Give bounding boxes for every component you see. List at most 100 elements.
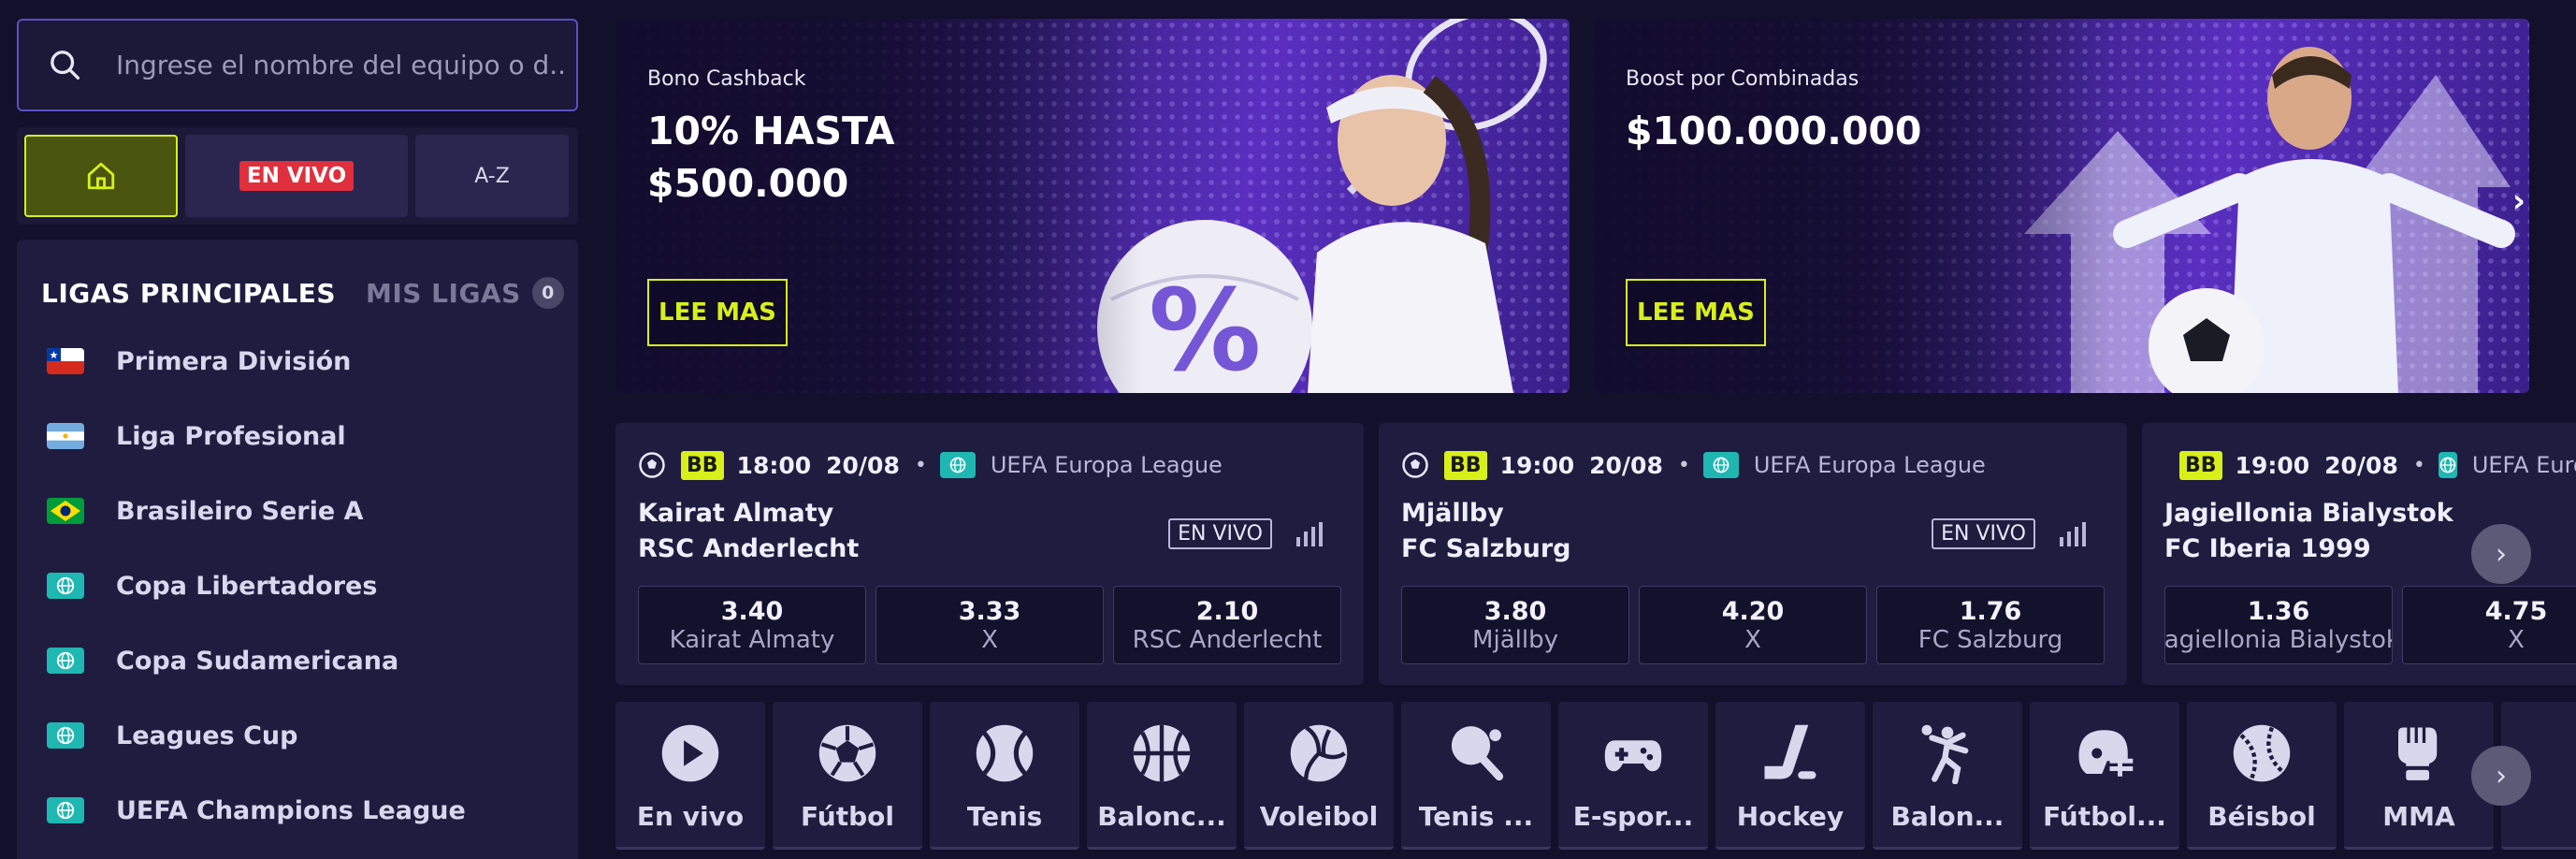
sport-tile-table-tennis[interactable]: Tenis ... (1401, 702, 1551, 850)
separator-dot: • (1677, 453, 1690, 477)
league-label: Copa Libertadores (116, 571, 378, 601)
az-label: A-Z (474, 164, 510, 188)
sports-next-button[interactable]: › (2471, 746, 2531, 806)
stats-icon[interactable] (1295, 522, 1323, 546)
odds-label: RSC Anderlecht (1132, 625, 1323, 654)
match-card[interactable]: BB 19:00 20/08 • UEFA Europa League Mjäl… (1379, 423, 2127, 685)
odds-draw-button[interactable]: 3.33 X (876, 586, 1104, 664)
odds-price: 4.75 (2484, 596, 2548, 626)
sport-tile-volleyball[interactable]: Voleibol (1244, 702, 1394, 850)
sport-tile-tennis[interactable]: Tenis (930, 702, 1079, 850)
competition-name: UEFA Europa League (2471, 452, 2576, 478)
league-item-brasileiro-serie-a[interactable]: Brasileiro Serie A (17, 473, 578, 548)
banner-next-arrow[interactable]: › (2505, 182, 2533, 220)
odds-away-button[interactable]: 1.76 FC Salzburg (1876, 586, 2105, 664)
baseball-icon (2233, 724, 2291, 782)
odds-draw-button[interactable]: 4.20 X (1639, 586, 1867, 664)
sport-tile-hockey[interactable]: Hockey (1715, 702, 1865, 850)
globe-icon (47, 573, 84, 599)
matches-next-button[interactable]: › (2471, 524, 2531, 584)
sport-tile-american-football[interactable]: Fútbol... (2030, 702, 2179, 850)
separator-dot: • (914, 453, 927, 477)
separator-dot: • (2412, 453, 2425, 477)
league-item-uefa-champions-league[interactable]: UEFA Champions League (17, 773, 578, 848)
sport-tile-live[interactable]: En vivo (615, 702, 765, 850)
stats-icon[interactable] (2058, 522, 2086, 546)
match-date: 20/08 (1589, 451, 1663, 479)
search-icon (51, 50, 80, 80)
odds-label: X (981, 625, 998, 654)
sport-label: MMA (2382, 801, 2455, 832)
league-label: Brasileiro Serie A (116, 496, 364, 526)
promo-banner-combined-boost[interactable]: Boost por Combinadas $100.000.000 LEE MA… (1594, 19, 2529, 393)
boxing-glove-icon (2398, 727, 2438, 780)
sport-tile-baseball[interactable]: Béisbol (2187, 702, 2337, 850)
live-button[interactable]: EN VIVO (185, 135, 408, 217)
banner-headline: 10% HASTA $500.000 (647, 109, 895, 206)
odds-home-button[interactable]: 1.36 Jagiellonia Bialystok (2164, 586, 2393, 664)
odds-label: Jagiellonia Bialystok (2164, 625, 2393, 654)
banner-headline: $100.000.000 (1626, 109, 1922, 153)
my-leagues-count-badge: 0 (531, 277, 564, 309)
match-card[interactable]: BB 18:00 20/08 • UEFA Europa League Kair… (615, 423, 1364, 685)
banner-kicker: Boost por Combinadas (1626, 67, 1860, 91)
match-date: 20/08 (826, 451, 900, 479)
odds-price: 3.33 (958, 596, 1021, 626)
promo-banner-cashback[interactable]: % Bono Cashback 10% HASTA $500.000 LEE M… (615, 19, 1570, 393)
odds-draw-button[interactable]: 4.75 X (2402, 586, 2576, 664)
live-badge: EN VIVO (239, 161, 355, 191)
tab-main-leagues[interactable]: LIGAS PRINCIPALES (41, 278, 336, 309)
match-time: 19:00 (1499, 451, 1575, 479)
quick-nav: EN VIVO A-Z (17, 127, 578, 225)
az-button[interactable]: A-Z (415, 135, 569, 217)
league-item-liga-profesional[interactable]: Liga Profesional (17, 399, 578, 473)
odds-price: 3.80 (1483, 596, 1547, 626)
sport-label: Balon... (1890, 801, 2004, 832)
odds-label: Mjällby (1472, 625, 1558, 654)
match-time: 18:00 (736, 451, 812, 479)
chile-flag-icon (47, 348, 84, 374)
sport-label: Fútbol... (2043, 801, 2166, 832)
league-item-copa-libertadores[interactable]: Copa Libertadores (17, 548, 578, 623)
odds-home-button[interactable]: 3.40 Kairat Almaty (638, 586, 866, 664)
volleyball-icon (1290, 724, 1348, 782)
match-time: 19:00 (2235, 451, 2310, 479)
league-item-copa-sudamericana[interactable]: Copa Sudamericana (17, 623, 578, 698)
odds-price: 1.76 (1959, 596, 2022, 626)
argentina-flag-icon (47, 423, 84, 449)
read-more-button[interactable]: LEE MAS (647, 279, 788, 346)
odds-price: 2.10 (1195, 596, 1259, 626)
sport-label: En vivo (636, 801, 745, 832)
odds-label: Kairat Almaty (669, 625, 835, 654)
read-more-button[interactable]: LEE MAS (1626, 279, 1766, 346)
sports-bar: En vivo Fútbol Tenis Balonc... Voleibol … (615, 702, 2576, 852)
competition-name: UEFA Europa League (1753, 452, 1986, 478)
globe-icon (47, 648, 84, 674)
brazil-flag-icon (47, 498, 84, 524)
match-date: 20/08 (2324, 451, 2398, 479)
league-label: UEFA Champions League (116, 795, 466, 825)
handball-icon (1921, 724, 1969, 784)
table-tennis-icon (1451, 726, 1504, 781)
search-box[interactable] (17, 19, 578, 111)
odds-label: FC Salzburg (1918, 625, 2063, 654)
live-tag: EN VIVO (1168, 518, 1272, 549)
sport-tile-esports[interactable]: E-spor... (1558, 702, 1708, 850)
banner-kicker: Bono Cashback (647, 67, 806, 91)
sport-label: Tenis ... (1418, 801, 1534, 832)
home-button[interactable] (24, 135, 178, 217)
football-helmet-icon (2078, 730, 2134, 777)
search-input[interactable] (116, 50, 565, 80)
odds-away-button[interactable]: 2.10 RSC Anderlecht (1113, 586, 1341, 664)
league-item-leagues-cup[interactable]: Leagues Cup (17, 698, 578, 773)
sport-label: E-spor... (1572, 801, 1694, 832)
odds-home-button[interactable]: 3.80 Mjällby (1401, 586, 1629, 664)
live-tag: EN VIVO (1932, 518, 2035, 549)
tab-my-leagues[interactable]: MIS LIGAS (366, 278, 521, 309)
globe-icon (939, 452, 976, 478)
sport-tile-basketball[interactable]: Balonc... (1087, 702, 1237, 850)
league-item-primera-division[interactable]: Primera División (17, 324, 578, 399)
league-label: Liga Profesional (116, 421, 346, 451)
sport-tile-handball[interactable]: Balon... (1873, 702, 2022, 850)
sport-tile-soccer[interactable]: Fútbol (773, 702, 922, 850)
